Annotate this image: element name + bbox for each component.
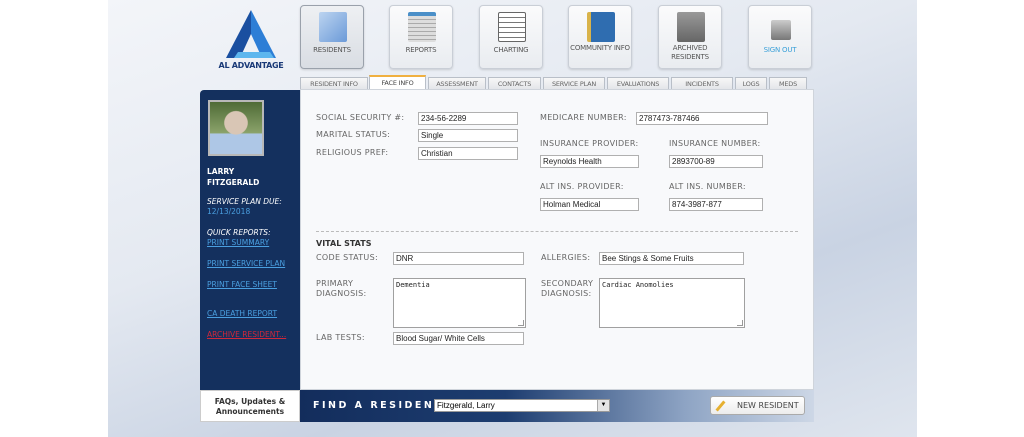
resident-sidebar: LARRY FITZGERALD SERVICE PLAN DUE: 12/13/…: [200, 90, 300, 390]
nav-sign-out-button[interactable]: SIGN OUT: [748, 5, 812, 69]
ssn-label: SOCIAL SECURITY #:: [316, 113, 405, 122]
code-status-label: CODE STATUS:: [316, 253, 378, 262]
insurance-number-field[interactable]: 2893700-89: [669, 155, 763, 168]
print-service-plan-link[interactable]: PRINT SERVICE PLAN: [207, 259, 285, 268]
nav-reports-button[interactable]: REPORTS: [389, 5, 453, 69]
primary-diagnosis-label: PRIMARY DIAGNOSIS:: [316, 279, 367, 299]
marital-status-label: MARITAL STATUS:: [316, 130, 391, 139]
print-summary-link[interactable]: PRINT SUMMARY: [207, 238, 269, 247]
insurance-number-label: INSURANCE NUMBER:: [669, 139, 761, 148]
nav-community-info-button[interactable]: COMMUNITY INFO: [568, 5, 632, 69]
clipboard-icon: [498, 12, 526, 42]
alt-number-field[interactable]: 874-3987-877: [669, 198, 763, 211]
label-line: DIAGNOSIS:: [316, 289, 367, 298]
primary-diagnosis-textarea[interactable]: Dementia: [393, 278, 526, 328]
alt-provider-label: ALT INS. PROVIDER:: [540, 182, 624, 191]
alt-number-label: ALT INS. NUMBER:: [669, 182, 746, 191]
secondary-diagnosis-textarea[interactable]: Cardiac Anomolies: [599, 278, 745, 328]
vital-stats-heading: VITAL STATS: [316, 239, 372, 248]
find-resident-label: FIND A RESIDENT:: [313, 400, 450, 411]
medicare-label: MEDICARE NUMBER:: [540, 113, 627, 122]
selected-resident: Fitzgerald, Larry: [437, 401, 495, 410]
resident-name: LARRY FITZGERALD: [207, 166, 259, 188]
religious-pref-field[interactable]: Christian: [418, 147, 518, 160]
report-icon: [408, 12, 436, 42]
insurance-provider-label: INSURANCE PROVIDER:: [540, 139, 639, 148]
archive-resident-link[interactable]: ARCHIVE RESIDENT...: [207, 330, 286, 339]
label-line: DIAGNOSIS:: [541, 289, 592, 298]
name-last: FITZGERALD: [207, 178, 260, 187]
faq-line: Announcements: [215, 407, 285, 416]
new-resident-label: NEW RESIDENT: [737, 401, 799, 410]
file-cabinet-icon: [677, 12, 705, 42]
folder-icon: [319, 12, 347, 42]
lab-tests-field[interactable]: Blood Sugar/ White Cells: [393, 332, 524, 345]
faq-line: FAQs, Updates &: [214, 397, 286, 406]
service-plan-date: 12/13/2018: [207, 207, 251, 216]
service-plan-label: SERVICE PLAN DUE:: [207, 197, 282, 206]
nav-archived-residents-button[interactable]: ARCHIVED RESIDENTS: [658, 5, 722, 69]
nav-label: COMMUNITY INFO: [570, 44, 630, 52]
secondary-diagnosis-label: SECONDARY DIAGNOSIS:: [541, 279, 593, 299]
lock-icon: [771, 20, 791, 40]
allergies-field[interactable]: Bee Stings & Some Fruits: [599, 252, 744, 265]
marital-status-field[interactable]: Single: [418, 129, 518, 142]
insurance-provider-field[interactable]: Reynolds Health: [540, 155, 639, 168]
al-advantage-logo: AL ADVANTAGE: [218, 8, 284, 70]
quick-reports-label: QUICK REPORTS:: [207, 228, 271, 237]
ssn-field[interactable]: 234-56-2289: [418, 112, 518, 125]
resident-photo: [208, 100, 264, 156]
name-first: LARRY: [207, 167, 235, 176]
pencil-icon: [715, 400, 726, 412]
allergies-label: ALLERGIES:: [541, 253, 591, 262]
new-resident-button[interactable]: NEW RESIDENT: [710, 396, 805, 415]
nav-label: ARCHIVED RESIDENTS: [671, 44, 709, 61]
ca-death-report-link[interactable]: CA DEATH REPORT: [207, 309, 277, 318]
alt-provider-field[interactable]: Holman Medical: [540, 198, 639, 211]
info-book-icon: [587, 12, 615, 42]
section-divider: [316, 231, 798, 232]
dropdown-arrow-icon[interactable]: ▼: [597, 400, 609, 411]
nav-residents-button[interactable]: RESIDENTS: [300, 5, 364, 69]
medicare-field[interactable]: 2787473-787466: [636, 112, 768, 125]
find-resident-select[interactable]: Fitzgerald, Larry ▼: [434, 399, 610, 412]
find-resident-bar: FIND A RESIDENT: Fitzgerald, Larry ▼ NEW …: [300, 390, 814, 422]
nav-charting-button[interactable]: CHARTING: [479, 5, 543, 69]
label-line: PRIMARY: [316, 279, 354, 288]
label-line: SECONDARY: [541, 279, 594, 288]
tab-face-info[interactable]: FACE INFO: [369, 75, 426, 90]
faq-updates-button[interactable]: FAQs, Updates & Announcements: [200, 390, 300, 422]
code-status-field[interactable]: DNR: [393, 252, 524, 265]
religious-pref-label: RELIGIOUS PREF:: [316, 148, 389, 157]
print-face-sheet-link[interactable]: PRINT FACE SHEET: [207, 280, 277, 289]
lab-tests-label: LAB TESTS:: [316, 333, 365, 342]
